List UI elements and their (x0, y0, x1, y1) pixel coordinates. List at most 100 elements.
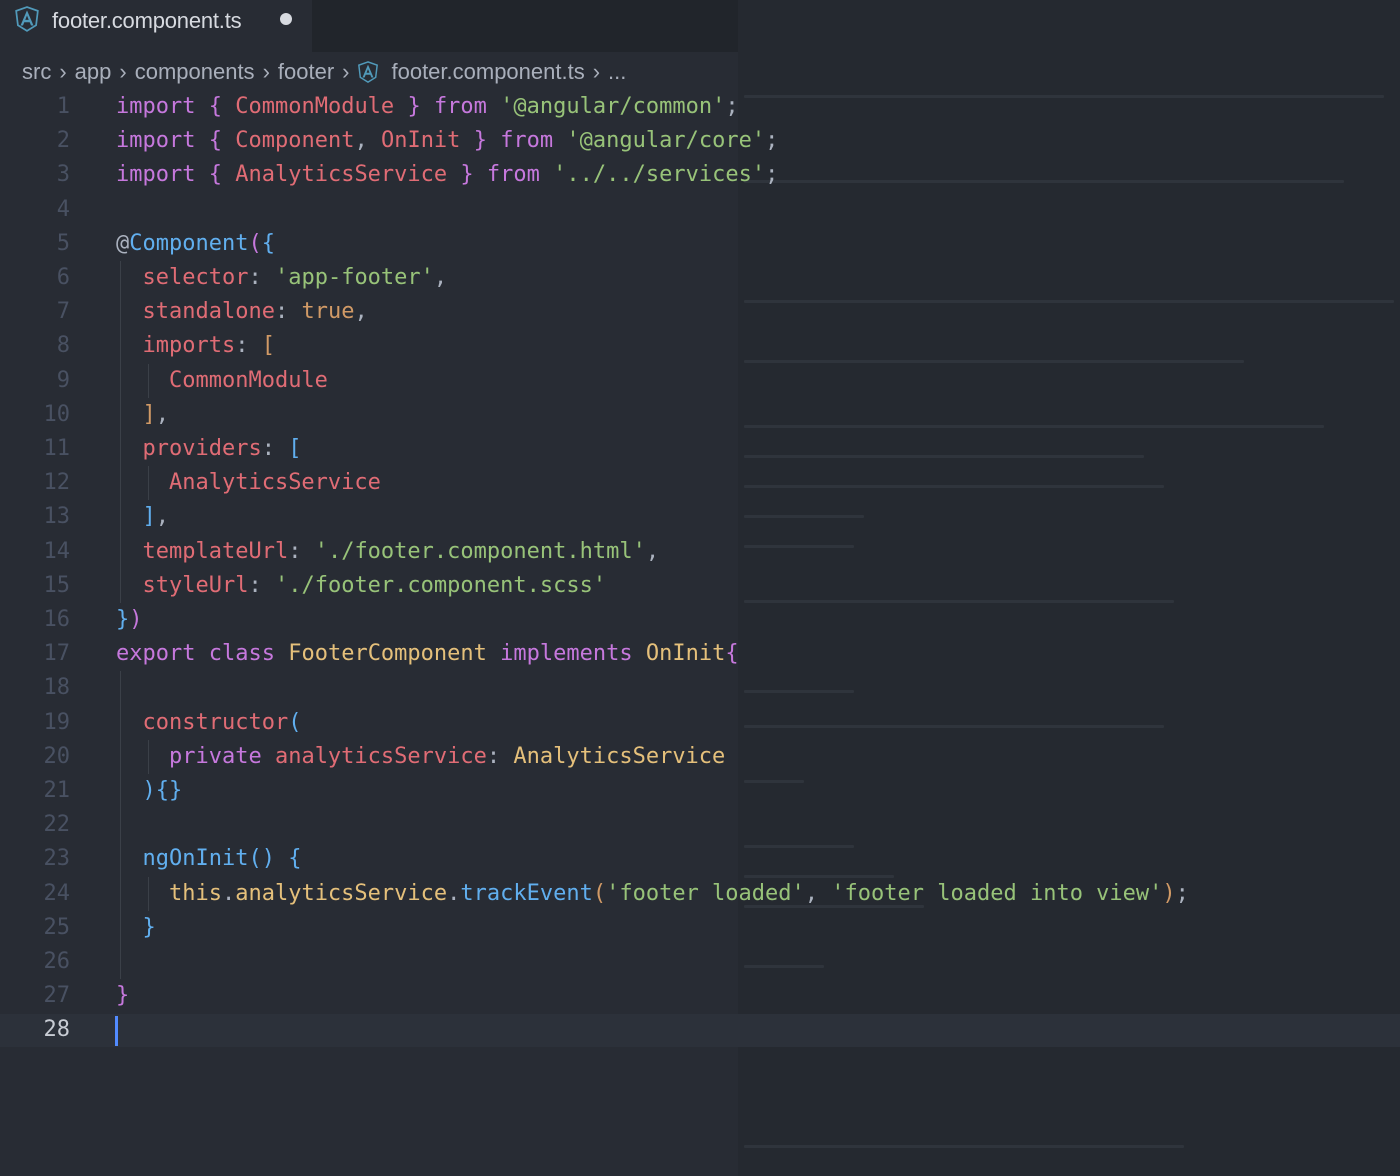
code-line[interactable]: 7 standalone: true, (0, 295, 1400, 329)
editor-tab[interactable]: footer.component.ts (0, 0, 312, 52)
chevron-right-icon: › (119, 59, 127, 84)
code-token: AnalyticsService (168, 470, 381, 496)
code-token: { (725, 641, 739, 667)
code-token: '../../services' (553, 162, 766, 188)
breadcrumb-item-footer[interactable]: footer (278, 59, 334, 85)
code-text: this.analyticsService.trackEvent('footer… (116, 877, 1189, 911)
indent-guide (120, 261, 121, 603)
code-token: , (354, 299, 368, 325)
code-line[interactable]: 22 (0, 808, 1400, 842)
breadcrumb-item-app[interactable]: app (75, 59, 112, 85)
code-token: ( (288, 709, 302, 735)
code-token: ] (142, 504, 156, 530)
line-number: 24 (43, 880, 71, 906)
code-line[interactable]: 25 } (0, 911, 1400, 945)
breadcrumb-item-src[interactable]: src (22, 59, 51, 85)
code-line[interactable]: 13 ], (0, 500, 1400, 534)
code-token: , (433, 265, 448, 290)
code-token: './footer.component.html' (314, 538, 646, 564)
code-line[interactable]: 6 selector: 'app-footer', (0, 261, 1400, 295)
code-text: } (116, 979, 129, 1013)
code-text: export class FooterComponent implements … (116, 637, 739, 671)
code-token: { (288, 846, 302, 872)
code-line[interactable]: 11 providers: [ (0, 432, 1400, 466)
tab-title: footer.component.ts (52, 8, 242, 33)
code-token: from (500, 128, 554, 154)
line-number: 28 (43, 1017, 71, 1043)
line-number: 2 (56, 128, 70, 154)
code-token: ; (765, 128, 779, 154)
code-token: analyticsService (274, 743, 487, 769)
code-token: FooterComponent (288, 641, 487, 667)
code-token: , (804, 880, 832, 906)
code-token: [ (288, 436, 302, 461)
line-number: 8 (56, 333, 70, 359)
code-text: import { Component, OnInit } from '@angu… (116, 124, 778, 158)
code-text: constructor( (116, 706, 302, 740)
code-line[interactable]: 2 import { Component, OnInit } from '@ang… (0, 124, 1400, 158)
angular-icon (15, 6, 39, 32)
code-line[interactable]: 10 ], (0, 398, 1400, 432)
code-line[interactable]: 17 export class FooterComponent implement… (0, 637, 1400, 671)
indent-guide (148, 363, 149, 398)
line-number: 1 (56, 94, 70, 119)
code-token: import (116, 128, 196, 154)
code-token: } (116, 607, 130, 632)
code-text: ){} (116, 774, 183, 808)
chevron-right-icon: › (342, 59, 350, 84)
code-token: 'footer loaded into view' (831, 880, 1163, 906)
code-line[interactable]: 28 (0, 1013, 1400, 1047)
code-token: AnalyticsService (513, 743, 726, 769)
code-line[interactable]: 27} (0, 979, 1400, 1013)
code-line[interactable]: 21 ){} (0, 774, 1400, 808)
code-line[interactable]: 24 this.analyticsService.trackEvent('foo… (0, 877, 1400, 911)
code-token: private (168, 743, 262, 769)
code-token: , (354, 128, 381, 154)
code-token: ) (129, 607, 143, 632)
code-line[interactable]: 23 ngOnInit() { (0, 842, 1400, 876)
code-token: , (155, 504, 169, 530)
line-number: 12 (43, 470, 71, 496)
code-token: ( (248, 230, 262, 256)
code-token: selector (142, 265, 249, 290)
code-token: CommonModule (168, 367, 328, 393)
code-line[interactable]: 8 imports: [ (0, 329, 1400, 363)
code-line[interactable]: 1 import { CommonModule } from '@angular/… (0, 90, 1400, 124)
line-number: 7 (56, 299, 70, 325)
code-token: : (261, 436, 289, 461)
breadcrumb-item-components[interactable]: components (135, 59, 255, 85)
code-line[interactable]: 4 (0, 193, 1400, 227)
line-number: 22 (43, 812, 71, 838)
breadcrumb-item-file[interactable]: footer.component.ts (391, 59, 584, 85)
code-line[interactable]: 12 AnalyticsService (0, 466, 1400, 500)
code-token: } (142, 914, 156, 940)
code-line[interactable]: 3 import { AnalyticsService } from '../..… (0, 158, 1400, 192)
code-line[interactable]: 9 CommonModule (0, 364, 1400, 398)
code-token: { (208, 128, 222, 154)
code-text: selector: 'app-footer', (116, 261, 448, 295)
code-token: standalone (142, 299, 275, 325)
breadcrumb-item-symbols[interactable]: ... (608, 59, 626, 85)
code-token: () (248, 846, 275, 872)
code-line[interactable]: 14 templateUrl: './footer.component.html… (0, 535, 1400, 569)
code-token: : (235, 333, 262, 359)
code-line[interactable]: 18 (0, 671, 1400, 705)
code-line[interactable]: 5 @Component({ (0, 227, 1400, 261)
code-token: , (645, 538, 660, 564)
code-line[interactable]: 16}) (0, 603, 1400, 637)
code-text: ], (116, 398, 170, 432)
code-token: { (208, 94, 222, 119)
code-line[interactable]: 19 constructor( (0, 706, 1400, 740)
line-number: 14 (43, 538, 71, 564)
unsaved-dot-icon[interactable] (280, 13, 292, 25)
code-line[interactable]: 26 (0, 945, 1400, 979)
code-line[interactable]: 20 private analyticsService: AnalyticsSe… (0, 740, 1400, 774)
code-line[interactable]: 15 styleUrl: './footer.component.scss' (0, 569, 1400, 603)
